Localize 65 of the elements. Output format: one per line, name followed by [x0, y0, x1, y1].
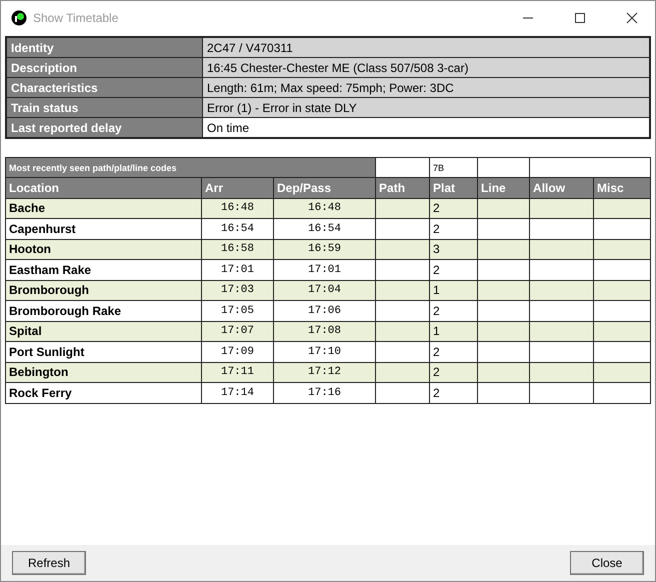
location-cell: Port Sunlight — [6, 342, 202, 362]
info-label: Description — [6, 58, 202, 78]
platform-cell: 1 — [430, 321, 478, 342]
info-label: Characteristics — [6, 78, 202, 98]
close-icon[interactable] — [626, 12, 638, 24]
arrival-cell: 17:01 — [202, 260, 274, 280]
platform-cell: 2 — [430, 382, 478, 403]
platform-cell: 2 — [430, 218, 478, 239]
platform-cell: 2 — [430, 198, 478, 218]
location-cell: Bromborough — [6, 280, 202, 300]
info-label: Identity — [6, 37, 202, 58]
departure-cell: 17:01 — [274, 260, 376, 280]
platform-cell: 2 — [430, 300, 478, 321]
arrival-cell: 16:58 — [202, 239, 274, 260]
column-header: Line — [478, 178, 530, 198]
codes-label: Most recently seen path/plat/line codes — [6, 158, 376, 178]
departure-cell: 17:06 — [274, 300, 376, 321]
column-header: Dep/Pass — [274, 178, 376, 198]
arrival-cell: 16:54 — [202, 218, 274, 239]
column-header: Misc — [594, 178, 651, 198]
location-cell: Bache — [6, 198, 202, 218]
app-icon — [11, 10, 27, 26]
location-cell: Eastham Rake — [6, 260, 202, 280]
platform-cell: 1 — [430, 280, 478, 300]
arrival-cell: 17:05 — [202, 300, 274, 321]
info-value: Length: 61m; Max speed: 75mph; Power: 3DC — [202, 78, 650, 98]
close-button[interactable]: Close — [570, 551, 644, 575]
arrival-cell: 17:11 — [202, 362, 274, 382]
platform-cell: 3 — [430, 239, 478, 260]
info-value: 2C47 / V470311 — [202, 37, 650, 58]
location-cell: Capenhurst — [6, 218, 202, 239]
departure-cell: 16:59 — [274, 239, 376, 260]
column-header: Path — [376, 178, 430, 198]
departure-cell: 16:48 — [274, 198, 376, 218]
info-label: Train status — [6, 98, 202, 118]
arrival-cell: 17:03 — [202, 280, 274, 300]
location-cell: Hooton — [6, 239, 202, 260]
arrival-cell: 17:14 — [202, 382, 274, 403]
location-cell: Rock Ferry — [6, 382, 202, 403]
platform-cell: 2 — [430, 342, 478, 362]
arrival-cell: 17:07 — [202, 321, 274, 342]
location-cell: Spital — [6, 321, 202, 342]
column-header: Plat — [430, 178, 478, 198]
info-label: Last reported delay — [6, 118, 202, 138]
maximize-icon[interactable] — [574, 12, 586, 24]
column-header: Location — [6, 178, 202, 198]
column-header: Allow — [530, 178, 594, 198]
info-value: On time — [202, 118, 650, 138]
info-value: Error (1) - Error in state DLY — [202, 98, 650, 118]
column-header: Arr — [202, 178, 274, 198]
departure-cell: 16:54 — [274, 218, 376, 239]
window-title: Show Timetable — [33, 11, 118, 25]
platform-cell: 2 — [430, 362, 478, 382]
arrival-cell: 16:48 — [202, 198, 274, 218]
departure-cell: 17:10 — [274, 342, 376, 362]
departure-cell: 17:04 — [274, 280, 376, 300]
arrival-cell: 17:09 — [202, 342, 274, 362]
location-cell: Bromborough Rake — [6, 300, 202, 321]
departure-cell: 17:12 — [274, 362, 376, 382]
departure-cell: 17:16 — [274, 382, 376, 403]
departure-cell: 17:08 — [274, 321, 376, 342]
location-cell: Bebington — [6, 362, 202, 382]
refresh-button[interactable]: Refresh — [12, 551, 86, 575]
info-value: 16:45 Chester-Chester ME (Class 507/508 3-car) — [202, 58, 650, 78]
platform-cell: 2 — [430, 260, 478, 280]
